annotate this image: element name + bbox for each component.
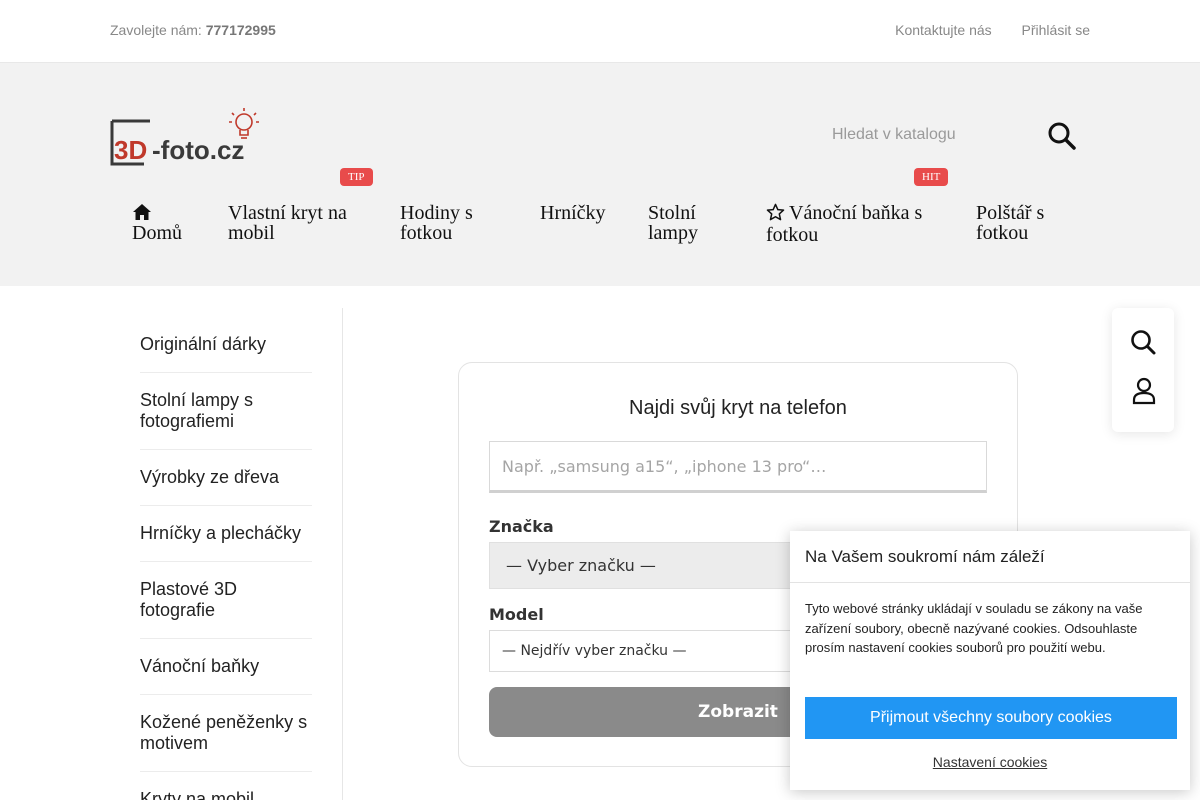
user-icon[interactable] (1129, 376, 1159, 406)
nav-item-custom-case[interactable]: TIP Vlastní kryt na mobil (228, 168, 378, 244)
sidebar-item-label: Plastové 3D fotografie (140, 579, 238, 620)
sidebar-item-original-gifts[interactable]: Originální dárky (140, 308, 312, 373)
svg-text:-foto.cz: -foto.cz (152, 135, 244, 165)
sidebar-item-label: Vánoční baňky (140, 656, 260, 676)
finder-title: Najdi svůj kryt na telefon (629, 397, 847, 419)
top-bar: Zavolejte nám: 777172995 Kontaktujte nás… (0, 0, 1200, 63)
brand-label: Značka (489, 517, 554, 536)
nav-label: Hrníčky (540, 202, 606, 224)
top-links: Kontaktujte nás Přihlásit se (869, 22, 1090, 38)
nav-item-clocks[interactable]: Hodiny s fotkou (400, 203, 510, 243)
nav-label-wrap: Vánoční baňka s fotkou (766, 203, 936, 245)
sidebar-item-phone-cases[interactable]: Kryty na mobil (140, 772, 312, 800)
phone-number[interactable]: 777172995 (206, 22, 276, 38)
floating-widget (1112, 308, 1174, 432)
category-sidebar: Originální dárky Stolní lampy s fotograf… (140, 308, 312, 800)
nav-item-pillow[interactable]: Polštář s fotkou (976, 203, 1076, 243)
nav-label: Domů (132, 222, 182, 244)
nav-item-mugs[interactable]: Hrníčky (540, 203, 606, 223)
search-icon[interactable] (1129, 328, 1159, 358)
logo-graphic: 3D -foto.cz (110, 108, 259, 166)
nav-item-christmas-bauble[interactable]: HIT Vánoční baňka s fotkou (766, 168, 949, 245)
phone-info: Zavolejte nám: 777172995 (110, 22, 276, 38)
nav-label: Stolní lampy (648, 202, 698, 244)
sidebar-item-label: Kryty na mobil (140, 789, 255, 800)
sidebar-item-label: Výrobky ze dřeva (140, 467, 280, 487)
nav-label: Polštář s fotkou (976, 202, 1045, 244)
sidebar-item-mugs[interactable]: Hrníčky a plecháčky (140, 506, 312, 562)
site-logo[interactable]: 3D -foto.cz (110, 107, 260, 167)
tip-badge: TIP (340, 168, 373, 186)
star-icon (766, 203, 785, 225)
accept-cookies-button[interactable]: Přijmout všechny soubory cookies (805, 697, 1177, 739)
call-label: Zavolejte nám: (110, 22, 206, 38)
cookie-text: Tyto webové stránky ukládají v souladu s… (805, 601, 1143, 655)
nav-label: Vánoční baňka s fotkou (766, 202, 923, 246)
sidebar-item-label: Kožené peněženky s motivem (140, 712, 308, 753)
home-icon (132, 203, 182, 223)
contact-link[interactable]: Kontaktujte nás (895, 22, 992, 38)
search-icon[interactable] (1046, 121, 1078, 153)
nav-label: Vlastní kryt na mobil (228, 202, 347, 244)
model-label: Model (489, 605, 544, 624)
phone-search-input[interactable] (489, 441, 987, 493)
cookie-divider (790, 582, 1190, 583)
search-input[interactable] (820, 119, 1030, 151)
sidebar-item-wood-products[interactable]: Výrobky ze dřeva (140, 450, 312, 506)
cookie-consent-panel: Na Vašem soukromí nám záleží Tyto webové… (790, 531, 1190, 790)
nav-label: Hodiny s fotkou (400, 202, 473, 244)
nav-item-home[interactable]: Domů (132, 203, 182, 243)
cookie-settings-link[interactable]: Nastavení cookies (790, 754, 1190, 770)
sidebar-item-baubles[interactable]: Vánoční baňky (140, 639, 312, 695)
header: 3D -foto.cz Domů TIP Vlastní kryt na mob… (0, 63, 1200, 286)
sidebar-item-wallets[interactable]: Kožené peněženky s motivem (140, 695, 312, 772)
cookie-title: Na Vašem soukromí nám záleží (805, 547, 1045, 566)
sidebar-divider (342, 308, 343, 800)
sidebar-item-lamps[interactable]: Stolní lampy s fotografiemi (140, 373, 312, 450)
sidebar-item-label: Hrníčky a plecháčky (140, 523, 302, 543)
sidebar-item-label: Stolní lampy s fotografiemi (140, 390, 254, 431)
nav-item-lamps[interactable]: Stolní lampy (648, 203, 728, 243)
hit-badge: HIT (914, 168, 949, 186)
main-nav: Domů TIP Vlastní kryt na mobil Hodiny s … (0, 168, 1200, 273)
sidebar-item-label: Originální dárky (140, 334, 267, 354)
svg-text:3D: 3D (114, 135, 147, 165)
login-link[interactable]: Přihlásit se (1022, 22, 1090, 38)
sidebar-item-3d-photos[interactable]: Plastové 3D fotografie (140, 562, 312, 639)
